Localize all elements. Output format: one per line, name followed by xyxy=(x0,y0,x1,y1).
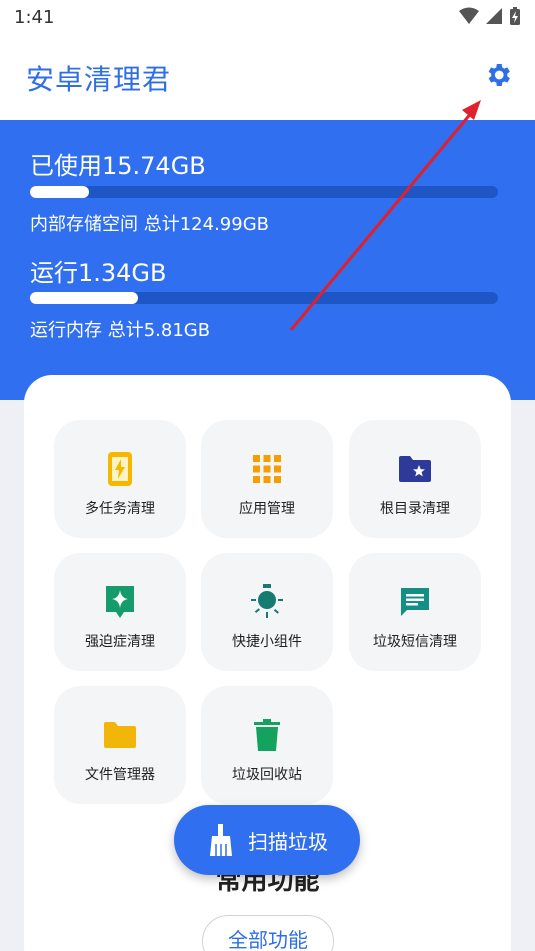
storage-progress-bar xyxy=(30,186,498,198)
tile-label: 多任务清理 xyxy=(85,501,155,517)
memory-progress-bar xyxy=(30,292,498,304)
message-icon xyxy=(396,583,434,621)
app-bar: 安卓清理君 xyxy=(0,36,535,120)
tile-quick-widget[interactable]: 快捷小组件 xyxy=(201,553,333,671)
all-features-button[interactable]: 全部功能 xyxy=(202,915,334,951)
memory-progress-fill xyxy=(30,292,138,304)
app-title: 安卓清理君 xyxy=(26,63,172,96)
battery-icon xyxy=(510,7,520,25)
folder-star-icon xyxy=(396,450,434,488)
signal-icon xyxy=(486,8,502,24)
gear-icon xyxy=(488,64,510,86)
storage-used-label: 已使用15.74GB xyxy=(30,152,206,180)
trash-icon xyxy=(248,716,286,754)
memory-used-label: 运行1.34GB xyxy=(30,259,167,287)
tile-recycle-bin[interactable]: 垃圾回收站 xyxy=(201,686,333,804)
tile-root-dir-clean[interactable]: 根目录清理 xyxy=(349,420,481,538)
status-bar: 1:41 xyxy=(0,0,535,36)
settings-button[interactable] xyxy=(481,58,515,92)
scan-junk-label: 扫描垃圾 xyxy=(248,829,328,854)
tile-label: 根目录清理 xyxy=(380,501,450,517)
lightbulb-icon xyxy=(248,583,286,621)
scan-junk-button[interactable]: 扫描垃圾 xyxy=(174,805,360,875)
grid-icon xyxy=(248,450,286,488)
status-time: 1:41 xyxy=(14,7,55,28)
tile-label: 垃圾短信清理 xyxy=(373,634,457,650)
tile-ocd-clean[interactable]: 强迫症清理 xyxy=(54,553,186,671)
folder-icon xyxy=(101,716,139,754)
tile-label: 应用管理 xyxy=(239,501,295,517)
wifi-icon xyxy=(459,7,479,24)
storage-total-label: 内部存储空间 总计124.99GB xyxy=(30,214,270,235)
tile-label: 垃圾回收站 xyxy=(232,767,302,783)
status-icons xyxy=(459,6,521,26)
tile-app-manage[interactable]: 应用管理 xyxy=(201,420,333,538)
storage-summary-panel: 已使用15.74GB 内部存储空间 总计124.99GB 运行1.34GB 运行… xyxy=(0,120,535,400)
tile-multitask-clean[interactable]: 多任务清理 xyxy=(54,420,186,538)
tile-label: 强迫症清理 xyxy=(85,634,155,650)
memory-total-label: 运行内存 总计5.81GB xyxy=(30,320,211,341)
tile-label: 文件管理器 xyxy=(85,767,155,783)
tile-label: 快捷小组件 xyxy=(232,634,302,650)
broom-icon xyxy=(210,824,232,856)
phone-bolt-icon xyxy=(101,450,139,488)
sparkle-badge-icon xyxy=(101,583,139,621)
tile-spam-sms-clean[interactable]: 垃圾短信清理 xyxy=(349,553,481,671)
storage-progress-fill xyxy=(30,186,89,198)
tile-file-manager[interactable]: 文件管理器 xyxy=(54,686,186,804)
